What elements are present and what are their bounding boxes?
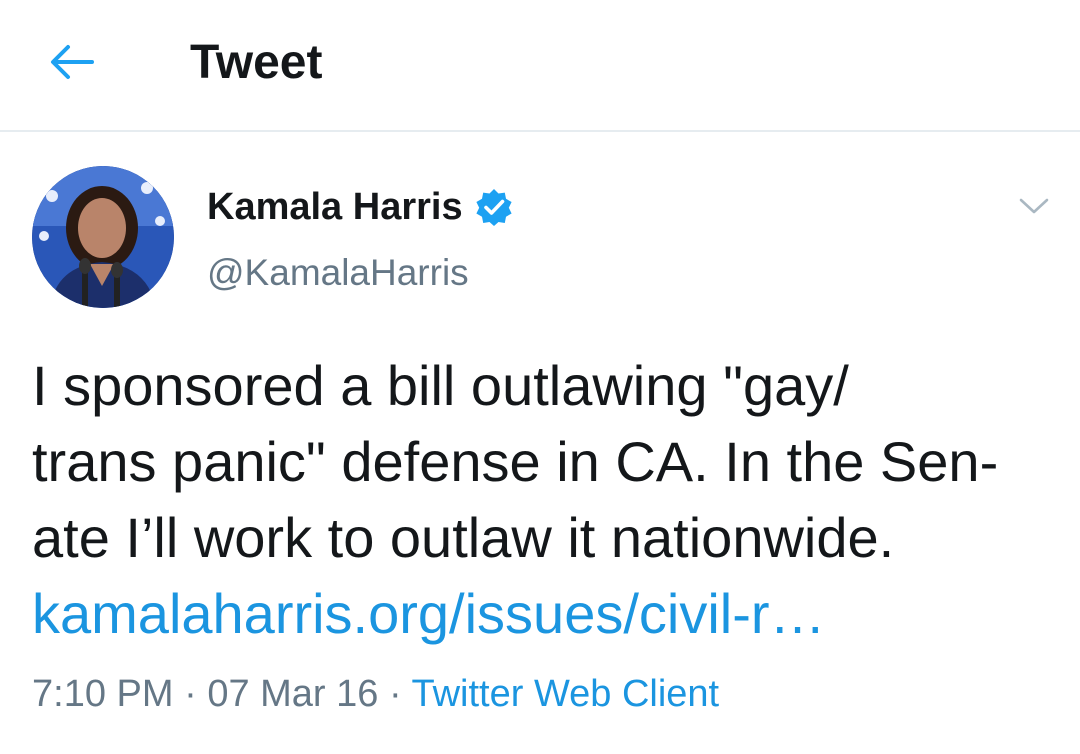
arrow-left-icon <box>51 45 94 79</box>
tweet-source-link[interactable]: Twitter Web Client <box>412 673 720 715</box>
page-title: Tweet <box>190 36 323 89</box>
verified-badge-icon <box>475 188 513 226</box>
tweet-options-button[interactable] <box>1012 188 1056 224</box>
author-name-row[interactable]: Kamala Harris <box>207 184 513 230</box>
tweet-link[interactable]: kamalaharris.org/issues/civil-r… <box>32 582 826 645</box>
meta-separator: · <box>378 673 412 715</box>
chevron-down-icon <box>1019 198 1049 214</box>
tweet-time: 7:10 PM <box>32 673 174 715</box>
meta-separator: · <box>173 673 208 715</box>
tweet-detail-page: Tweet Kamala Harris @KamalaHarris I spon… <box>0 0 1080 754</box>
tweet-date: 07 Mar 16 <box>207 673 379 715</box>
user-handle[interactable]: @KamalaHarris <box>207 250 469 296</box>
display-name[interactable]: Kamala Harris <box>207 184 463 230</box>
tweet-text-line: ate I’ll work to outlaw it nationwide. <box>32 506 895 569</box>
tweet-text-line: I sponsored a bill outlawing "gay/ <box>32 354 849 417</box>
avatar[interactable] <box>32 166 174 308</box>
top-bar: Tweet <box>0 0 1080 132</box>
tweet-meta: 7:10 PM · 07 Mar 16 · Twitter Web Client <box>32 668 719 720</box>
tweet-body: I sponsored a bill outlawing "gay/ trans… <box>32 348 1062 652</box>
tweet-text-line: trans panic" defense in CA. In the Sen- <box>32 430 999 493</box>
back-button[interactable] <box>40 34 104 90</box>
profile-photo <box>32 166 174 308</box>
